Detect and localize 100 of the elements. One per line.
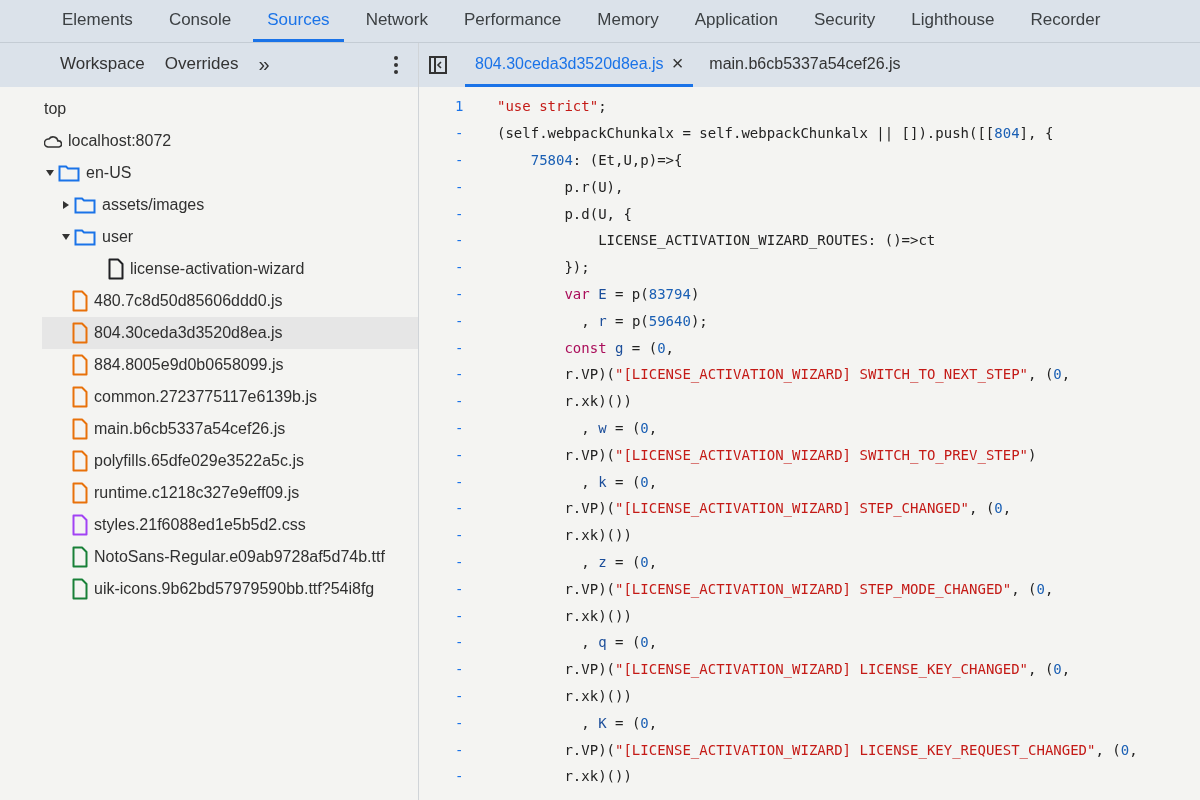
line-number: - xyxy=(454,393,465,410)
file-tree-item[interactable]: styles.21f6088ed1e5b5d2.css xyxy=(42,509,418,541)
file-icon xyxy=(108,258,124,280)
line-number: - xyxy=(454,607,465,624)
line-number: - xyxy=(454,661,465,678)
folder-icon xyxy=(74,228,96,246)
collapsed-triangle-icon[interactable] xyxy=(62,201,70,209)
file-name: top xyxy=(44,100,67,118)
panel-tab[interactable]: Console xyxy=(154,0,246,42)
file-name: assets/images xyxy=(102,196,205,214)
panel-tab[interactable]: Lighthouse xyxy=(897,0,1009,42)
file-tree-item[interactable]: uik-icons.9b62bd57979590bb.ttf?54i8fg xyxy=(42,573,418,605)
close-tab-button[interactable]: × xyxy=(671,52,684,75)
code-line: , q = (0, xyxy=(580,634,658,651)
file-name: common.2723775117e6139b.js xyxy=(94,388,317,406)
file-tree-item[interactable]: user xyxy=(42,221,418,253)
code-line: LICENSE_ACTIVATION_WIZARD_ROUTES: ()=>ct xyxy=(597,232,936,249)
line-number: - xyxy=(454,741,465,758)
line-number: - xyxy=(454,312,465,329)
menu-icon[interactable] xyxy=(394,56,398,74)
line-number: - xyxy=(454,634,465,651)
code-line: r.xk)()) xyxy=(563,768,632,785)
file-tab-label: 804.30ceda3d3520d8ea.js xyxy=(475,54,664,73)
file-name: uik-icons.9b62bd57979590bb.ttf?54i8fg xyxy=(94,580,375,598)
folder-icon xyxy=(58,164,80,182)
code-line: , w = (0, xyxy=(580,419,658,436)
code-line: , z = (0, xyxy=(580,553,658,570)
file-tree-item[interactable]: 884.8005e9d0b0658099.js xyxy=(42,349,418,381)
file-name: localhost:8072 xyxy=(68,132,172,150)
file-icon xyxy=(72,514,88,536)
file-name: styles.21f6088ed1e5b5d2.css xyxy=(94,516,306,534)
code-line: var E = p(83794) xyxy=(563,285,700,302)
line-number: - xyxy=(454,339,465,356)
file-icon xyxy=(72,290,88,312)
file-tab-label: main.b6cb5337a54cef26.js xyxy=(709,54,901,73)
code-line: r.xk)()) xyxy=(563,607,632,624)
more-tabs-button[interactable]: » xyxy=(250,46,278,84)
line-number: - xyxy=(454,580,465,597)
file-tab[interactable]: 804.30ceda3d3520d8ea.js × xyxy=(465,43,694,87)
code-line: r.VP)("[LICENSE_ACTIVATION_WIZARD] STEP_MODE_CHANGED", (0, xyxy=(563,580,1054,597)
sidebar-toggle-icon[interactable] xyxy=(429,56,447,74)
file-tree-item[interactable]: license-activation-wizard xyxy=(42,253,418,285)
file-name: license-activation-wizard xyxy=(130,260,305,278)
code-line: (self.webpackChunkalx = self.webpackChunkalx || []).push([[804], { xyxy=(497,125,1054,142)
file-tab[interactable]: main.b6cb5337a54cef26.js xyxy=(699,43,911,87)
file-tree-item[interactable]: 480.7c8d50d85606ddd0.js xyxy=(42,285,418,317)
line-number: - xyxy=(454,768,465,785)
file-icon xyxy=(72,482,88,504)
file-tree-item[interactable]: assets/images xyxy=(42,189,418,221)
panel-tab[interactable]: Memory xyxy=(583,0,673,42)
line-number: - xyxy=(454,553,465,570)
line-number: - xyxy=(454,714,465,731)
file-name: en-US xyxy=(86,164,132,182)
line-number: - xyxy=(454,178,465,195)
panel-tab[interactable]: Network xyxy=(351,0,442,42)
file-tree-item[interactable]: polyfills.65dfe029e3522a5c.js xyxy=(42,445,418,477)
line-number: - xyxy=(454,446,465,463)
file-name: main.b6cb5337a54cef26.js xyxy=(94,420,286,438)
code-line: r.VP)("[LICENSE_ACTIVATION_WIZARD] LICENSE_KEY_CHANGED", (0, xyxy=(563,661,1071,678)
file-tree-item[interactable]: top xyxy=(42,93,418,125)
code-line: , r = p(59640); xyxy=(580,312,708,329)
line-number: - xyxy=(454,366,465,383)
expanded-triangle-icon[interactable] xyxy=(46,169,54,177)
code-line: r.VP)("[LICENSE_ACTIVATION_WIZARD] LICENSE_KEY_REQUEST_CHANGED", (0, xyxy=(563,741,1138,758)
code-line: r.VP)("[LICENSE_ACTIVATION_WIZARD] STEP_CHANGED", (0, xyxy=(563,500,1012,517)
file-icon xyxy=(72,386,88,408)
file-tree-item[interactable]: common.2723775117e6139b.js xyxy=(42,381,418,413)
code-line: r.xk)()) xyxy=(563,687,632,704)
line-number: 1 xyxy=(454,98,465,115)
line-number: - xyxy=(454,687,465,704)
folder-icon xyxy=(74,196,96,214)
code-line: p.d(U, { xyxy=(563,205,632,222)
file-tree-item[interactable]: 804.30ceda3d3520d8ea.js xyxy=(42,317,418,349)
file-name: user xyxy=(102,228,134,246)
file-tree-item[interactable]: en-US xyxy=(42,157,418,189)
file-name: 884.8005e9d0b0658099.js xyxy=(94,356,284,374)
panel-tab[interactable]: Security xyxy=(799,0,890,42)
code-line: }); xyxy=(563,259,590,276)
code-line: p.r(U), xyxy=(563,178,624,195)
file-icon xyxy=(72,354,88,376)
file-tree-item[interactable]: main.b6cb5337a54cef26.js xyxy=(42,413,418,445)
code-line: , K = (0, xyxy=(580,714,658,731)
file-name: 480.7c8d50d85606ddd0.js xyxy=(94,292,283,310)
file-name: 804.30ceda3d3520d8ea.js xyxy=(94,324,283,342)
panel-tab[interactable]: Recorder xyxy=(1016,0,1115,42)
file-tree-item[interactable]: runtime.c1218c327e9eff09.js xyxy=(42,477,418,509)
file-icon xyxy=(72,546,88,568)
file-name: runtime.c1218c327e9eff09.js xyxy=(94,484,300,502)
file-name: NotoSans-Regular.e09ab9728af5d74b.ttf xyxy=(94,548,385,566)
panel-tab[interactable]: Performance xyxy=(450,0,576,42)
panel-tab[interactable]: Elements xyxy=(48,0,147,42)
file-icon xyxy=(72,322,88,344)
file-tree-item[interactable]: NotoSans-Regular.e09ab9728af5d74b.ttf xyxy=(42,541,418,573)
code-line: 75804: (Et,U,p)=>{ xyxy=(529,152,683,168)
navigator-tab[interactable]: Overrides xyxy=(156,48,247,82)
navigator-tab[interactable]: Workspace xyxy=(52,48,153,82)
line-number: - xyxy=(454,205,465,222)
panel-tab[interactable]: Application xyxy=(680,0,792,42)
expanded-triangle-icon[interactable] xyxy=(62,233,70,241)
file-tree-item[interactable]: localhost:8072 xyxy=(42,125,418,157)
